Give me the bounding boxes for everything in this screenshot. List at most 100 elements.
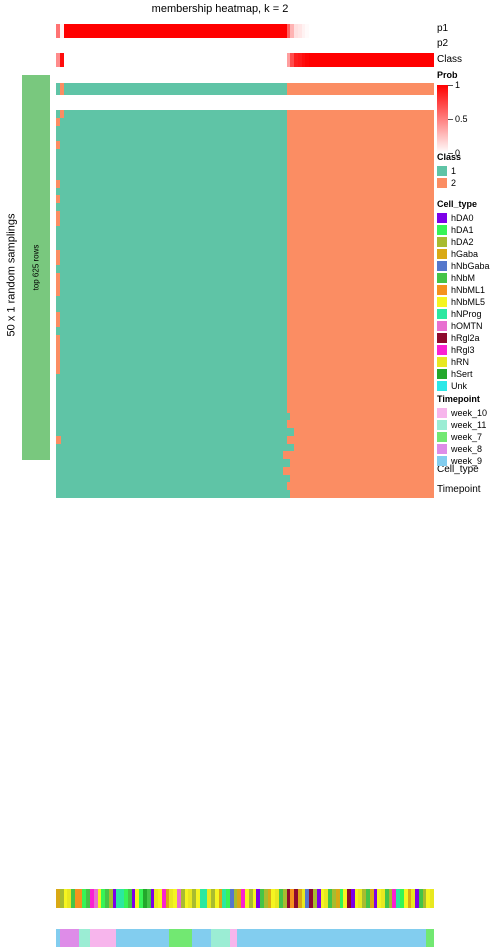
annotation-label-p1: p1 xyxy=(437,23,449,34)
class-cell xyxy=(430,83,434,95)
legend-cell-type-item-label: hNbML5 xyxy=(451,296,486,307)
row-outer-label-text: 50 x 1 random samplings xyxy=(5,213,17,337)
legend-cell-type-item-swatch xyxy=(437,212,447,223)
legend-timepoint-item-swatch xyxy=(437,407,447,418)
row-annotation-block: top 625 rows xyxy=(22,75,50,460)
legend-cell-type-title: Cell_type xyxy=(437,199,478,209)
legend-timepoint-item[interactable]: week_11 xyxy=(437,419,487,430)
legend-timepoint-item-label: week_9 xyxy=(451,455,483,466)
legend-class-title: Class xyxy=(437,152,462,162)
legend-class-item[interactable]: 2 xyxy=(437,177,461,188)
legend-cell-type-item-swatch xyxy=(437,356,447,367)
p2-cell xyxy=(430,53,434,67)
legend-cell-type-item-swatch xyxy=(437,332,447,343)
prob-colorbar xyxy=(437,85,448,153)
legend-cell-type-item-label: hNbM xyxy=(451,272,476,283)
cell-type-cell xyxy=(430,889,434,908)
legend-cell-type-item-swatch xyxy=(437,272,447,283)
annotation-row-p2 xyxy=(56,53,434,67)
annotation-row-timepoint xyxy=(56,929,434,947)
legend-timepoint-item-swatch xyxy=(437,455,447,466)
annotation-label-timepoint: Timepoint xyxy=(437,484,481,495)
legend-timepoint-title: Timepoint xyxy=(437,394,480,404)
legend-cell-type-item-label: Unk xyxy=(451,380,468,391)
annotation-label-class: Class xyxy=(437,54,463,65)
annotation-row-p1 xyxy=(56,24,434,38)
legend-cell-type: Cell_type hDA0 hDA1 hDA2 hGaba hNbGaba hNbM hN… xyxy=(437,199,490,392)
annotation-row-class xyxy=(56,83,434,95)
legend-cell-type-item-swatch xyxy=(437,308,447,319)
legend-cell-type-item-swatch xyxy=(437,224,447,235)
legend-timepoint-item-swatch xyxy=(437,431,447,442)
legend-cell-type-item[interactable]: hRgl3 xyxy=(437,344,490,355)
legend-prob: Prob 1 0.5 0 xyxy=(437,70,497,158)
legend-timepoint: Timepoint week_10 week_11 week_7 week_8 week… xyxy=(437,394,487,467)
legend-cell-type-item-swatch xyxy=(437,296,447,307)
legend-cell-type-item[interactable]: hNbM xyxy=(437,272,490,283)
legend-cell-type-item[interactable]: Unk xyxy=(437,380,490,391)
heatmap-page: membership heatmap, k = 2 50 x 1 random … xyxy=(0,0,504,947)
legend-cell-type-item[interactable]: hNProg xyxy=(437,308,490,319)
legend-class-item-swatch xyxy=(437,177,447,188)
row-block-label-text: top 625 rows xyxy=(31,244,41,291)
prob-tick-label: 0.5 xyxy=(455,114,468,124)
annotation-row-cell-type xyxy=(56,889,434,908)
legend-cell-type-item-label: hOMTN xyxy=(451,320,483,331)
prob-tick xyxy=(448,85,453,86)
legend-cell-type-item-swatch xyxy=(437,344,447,355)
legend-timepoint-item-swatch xyxy=(437,419,447,430)
legend-cell-type-item-label: hGaba xyxy=(451,248,479,259)
legend-cell-type-item-swatch xyxy=(437,368,447,379)
legend-timepoint-item[interactable]: week_9 xyxy=(437,455,487,466)
legend-cell-type-item[interactable]: hNbGaba xyxy=(437,260,490,271)
legend-timepoint-item-swatch xyxy=(437,443,447,454)
prob-tick xyxy=(448,119,453,120)
legend-cell-type-item-label: hNProg xyxy=(451,308,482,319)
heatmap-block-class2 xyxy=(290,490,434,498)
legend-prob-gradient: 1 0.5 0 xyxy=(437,80,497,158)
legend-cell-type-item-label: hRgl3 xyxy=(451,344,475,355)
legend-timepoint-items: week_10 week_11 week_7 week_8 week_9 xyxy=(437,407,487,466)
prob-tick-label: 1 xyxy=(455,80,461,90)
legend-cell-type-item-label: hDA0 xyxy=(451,212,474,223)
heatmap-block-class1 xyxy=(56,490,291,498)
legend-cell-type-item-label: hSert xyxy=(451,368,473,379)
legend-cell-type-item-swatch xyxy=(437,320,447,331)
legend-cell-type-item-label: hRN xyxy=(451,356,470,367)
legend-class-item-label: 2 xyxy=(451,177,457,188)
legend-timepoint-item[interactable]: week_10 xyxy=(437,407,487,418)
legend-timepoint-item[interactable]: week_8 xyxy=(437,443,487,454)
annotation-label-p2: p2 xyxy=(437,38,449,49)
legend-class-item-label: 1 xyxy=(451,165,457,176)
row-block-label: top 625 rows xyxy=(22,75,50,460)
legend-cell-type-item-swatch xyxy=(437,260,447,271)
legend-cell-type-item[interactable]: hOMTN xyxy=(437,320,490,331)
legend-cell-type-item[interactable]: hDA2 xyxy=(437,236,490,247)
legend-cell-type-item-label: hDA1 xyxy=(451,224,474,235)
legend-cell-type-item-label: hRgl2a xyxy=(451,332,480,343)
legend-cell-type-item[interactable]: hRgl2a xyxy=(437,332,490,343)
legend-timepoint-item[interactable]: week_7 xyxy=(437,431,487,442)
legend-cell-type-item[interactable]: hRN xyxy=(437,356,490,367)
row-outer-label: 50 x 1 random samplings xyxy=(2,75,20,475)
legend-cell-type-item[interactable]: hNbML1 xyxy=(437,284,490,295)
p1-cell xyxy=(430,24,434,38)
legend-class-item[interactable]: 1 xyxy=(437,165,461,176)
legend-class-item-swatch xyxy=(437,165,447,176)
legend-cell-type-item-label: hDA2 xyxy=(451,236,474,247)
legend-class: Class 12 xyxy=(437,152,461,189)
legend-cell-type-item-label: hNbGaba xyxy=(451,260,490,271)
legend-cell-type-item[interactable]: hDA1 xyxy=(437,224,490,235)
legend-prob-title: Prob xyxy=(437,70,458,80)
legend-cell-type-item[interactable]: hNbML5 xyxy=(437,296,490,307)
legend-cell-type-item-swatch xyxy=(437,236,447,247)
page-title: membership heatmap, k = 2 xyxy=(151,3,289,15)
heatmap-body xyxy=(56,110,434,498)
legend-cell-type-item[interactable]: hDA0 xyxy=(437,212,490,223)
legend-cell-type-item-label: hNbML1 xyxy=(451,284,486,295)
legend-cell-type-item[interactable]: hGaba xyxy=(437,248,490,259)
legend-timepoint-item-label: week_10 xyxy=(451,407,488,418)
timepoint-cell xyxy=(430,929,434,947)
legend-cell-type-item[interactable]: hSert xyxy=(437,368,490,379)
legend-cell-type-items: hDA0 hDA1 hDA2 hGaba hNbGaba hNbM hNbML1 hNbML5… xyxy=(437,212,490,391)
